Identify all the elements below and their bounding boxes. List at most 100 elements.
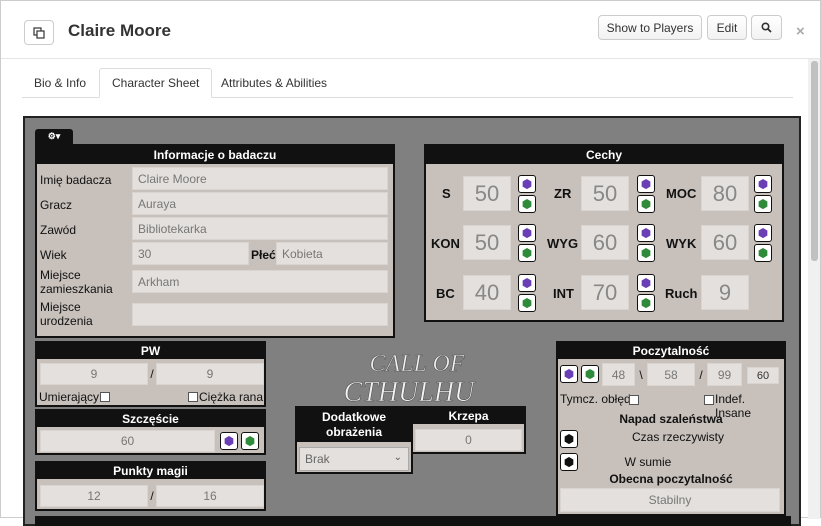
damage-bonus-select[interactable]: Brak ⌄ bbox=[299, 447, 409, 471]
stat-value-wyk[interactable]: 60 bbox=[701, 225, 749, 260]
search-button[interactable] bbox=[751, 15, 782, 40]
name-label: Imię badacza bbox=[40, 173, 112, 187]
luck-field[interactable]: 60 bbox=[40, 430, 215, 452]
hit-points-panel: PW 9 / 9 Umierający Ciężka rana bbox=[35, 341, 266, 407]
name-field[interactable]: Claire Moore bbox=[132, 167, 388, 190]
d10-dice-icon[interactable]: ⬢ bbox=[581, 365, 599, 383]
hp-current-field[interactable]: 9 bbox=[40, 363, 148, 385]
dialog-header: Claire Moore Show to Players Edit × bbox=[1, 1, 821, 59]
hit-points-title: PW bbox=[37, 343, 264, 359]
residence-label: Miejsce zamieszkania bbox=[40, 268, 113, 296]
sanity-status-field[interactable]: Stabilny bbox=[560, 488, 780, 512]
search-icon bbox=[761, 22, 772, 33]
logo-line1: CALL OF bbox=[370, 351, 465, 377]
d10-dice-icon[interactable]: ⬢ bbox=[754, 195, 772, 213]
stat-value-bc[interactable]: 40 bbox=[463, 275, 511, 310]
call-of-cthulhu-logo: CALL OF CTHULHU bbox=[343, 351, 476, 406]
d10-dice-icon[interactable]: ⬢ bbox=[560, 453, 578, 471]
build-field[interactable]: 0 bbox=[415, 429, 522, 451]
d10-dice-icon[interactable]: ⬢ bbox=[637, 195, 655, 213]
stat-value-ruch[interactable]: 9 bbox=[701, 275, 749, 310]
close-button[interactable]: × bbox=[796, 23, 805, 40]
stat-value-kon[interactable]: 50 bbox=[463, 225, 511, 260]
birthplace-field[interactable] bbox=[132, 303, 388, 326]
scrollbar-thumb[interactable] bbox=[811, 61, 818, 261]
d10-dice-icon[interactable]: ⬢ bbox=[754, 175, 772, 193]
stat-label-s: S bbox=[442, 186, 451, 201]
d10-dice-icon[interactable]: ⬢ bbox=[560, 430, 578, 448]
sanity-start-field[interactable]: 58 bbox=[647, 363, 695, 386]
stat-value-wyg[interactable]: 60 bbox=[581, 225, 629, 260]
d10-dice-icon[interactable]: ⬢ bbox=[518, 224, 536, 242]
stat-label-ruch: Ruch bbox=[665, 286, 698, 301]
player-label: Gracz bbox=[40, 198, 73, 212]
tab-bar: Bio & Info Character Sheet Attributes & … bbox=[22, 68, 793, 98]
d10-dice-icon[interactable]: ⬢ bbox=[754, 224, 772, 242]
d10-dice-icon[interactable]: ⬢ bbox=[518, 195, 536, 213]
d10-dice-icon[interactable]: ⬢ bbox=[518, 274, 536, 292]
d10-dice-icon[interactable]: ⬢ bbox=[518, 244, 536, 262]
d10-dice-icon[interactable]: ⬢ bbox=[518, 294, 536, 312]
character-name-title: Claire Moore bbox=[68, 21, 171, 40]
sex-field[interactable]: Kobieta bbox=[276, 242, 388, 265]
build-panel: Krzepa 0 bbox=[411, 406, 526, 454]
popout-button[interactable] bbox=[24, 20, 54, 45]
gear-icon: ⚙▾ bbox=[47, 131, 61, 141]
mp-current-field[interactable]: 12 bbox=[40, 485, 148, 507]
hp-max-field[interactable]: 9 bbox=[156, 363, 264, 385]
indefinite-insanity-checkbox[interactable] bbox=[704, 395, 714, 405]
sanity-current-field[interactable]: 48 bbox=[602, 363, 635, 386]
tab-attributes-abilities[interactable]: Attributes & Abilities bbox=[209, 68, 339, 98]
dying-checkbox[interactable] bbox=[100, 392, 110, 402]
stat-label-kon: KON bbox=[431, 236, 460, 251]
stat-label-wyk: WYK bbox=[666, 236, 697, 251]
damage-bonus-panel: Dodatkowe obrażenia Brak ⌄ bbox=[295, 406, 413, 474]
d10-dice-icon[interactable]: ⬢ bbox=[220, 432, 238, 450]
scrollbar[interactable] bbox=[808, 59, 820, 519]
residence-field[interactable]: Arkham bbox=[132, 270, 388, 293]
age-field[interactable]: 30 bbox=[132, 242, 249, 265]
d10-dice-icon[interactable]: ⬢ bbox=[518, 175, 536, 193]
d10-dice-icon[interactable]: ⬢ bbox=[754, 244, 772, 262]
player-field[interactable]: Auraya bbox=[132, 192, 388, 215]
major-wound-checkbox[interactable] bbox=[188, 392, 198, 402]
d10-dice-icon[interactable]: ⬢ bbox=[560, 365, 578, 383]
stat-label-bc: BC bbox=[436, 286, 455, 301]
luck-title: Szczęście bbox=[37, 411, 264, 427]
major-wound-label: Ciężka rana bbox=[199, 390, 264, 404]
hp-separator: / bbox=[150, 367, 154, 381]
edit-button[interactable]: Edit bbox=[707, 15, 747, 40]
sanity-max-field[interactable]: 99 bbox=[707, 363, 742, 386]
sanity-panel: Poczytalność ⬢ ⬢ 48 \ 58 / 99 60 Tymcz. … bbox=[556, 341, 786, 516]
characteristics-panel: Cechy S 50 ⬢ ⬢ ZR 50 ⬢ ⬢ MOC 80 ⬢ ⬢ KON … bbox=[424, 144, 784, 322]
stat-value-s[interactable]: 50 bbox=[463, 176, 511, 211]
sanity-separator-1: \ bbox=[639, 368, 643, 382]
temporary-insanity-checkbox[interactable] bbox=[629, 395, 639, 405]
sanity-limit-field[interactable]: 60 bbox=[747, 367, 779, 384]
magic-points-panel: Punkty magii 12 / 16 bbox=[35, 461, 266, 511]
stat-value-moc[interactable]: 80 bbox=[701, 176, 749, 211]
dying-label: Umierający bbox=[39, 390, 100, 404]
luck-panel: Szczęście 60 ⬢ ⬢ bbox=[35, 409, 266, 455]
tab-character-sheet[interactable]: Character Sheet bbox=[99, 68, 213, 98]
show-to-players-button[interactable]: Show to Players bbox=[598, 15, 702, 40]
d10-dice-icon[interactable]: ⬢ bbox=[637, 294, 655, 312]
character-sheet: ⚙▾ Informacje o badaczu Imię badacza Cla… bbox=[23, 116, 801, 526]
tab-bio-info[interactable]: Bio & Info bbox=[22, 68, 98, 98]
occupation-field[interactable]: Bibliotekarka bbox=[132, 217, 388, 240]
stat-value-int[interactable]: 70 bbox=[581, 275, 629, 310]
investigator-info-panel: Informacje o badaczu Imię badacza Claire… bbox=[35, 144, 395, 338]
d10-dice-icon[interactable]: ⬢ bbox=[637, 224, 655, 242]
damage-bonus-title: Dodatkowe obrażenia bbox=[297, 408, 411, 442]
d10-dice-icon[interactable]: ⬢ bbox=[637, 175, 655, 193]
occupation-label: Zawód bbox=[40, 223, 77, 237]
d10-dice-icon[interactable]: ⬢ bbox=[637, 244, 655, 262]
d10-dice-icon[interactable]: ⬢ bbox=[241, 432, 259, 450]
d10-dice-icon[interactable]: ⬢ bbox=[637, 274, 655, 292]
settings-toggle[interactable]: ⚙▾ bbox=[35, 129, 73, 144]
summary-label: W sumie bbox=[624, 455, 672, 469]
birthplace-label: Miejsce urodzenia bbox=[40, 300, 93, 328]
stat-value-zr[interactable]: 50 bbox=[581, 176, 629, 211]
realtime-label: Czas rzeczywisty bbox=[631, 430, 724, 444]
mp-max-field[interactable]: 16 bbox=[156, 485, 264, 507]
